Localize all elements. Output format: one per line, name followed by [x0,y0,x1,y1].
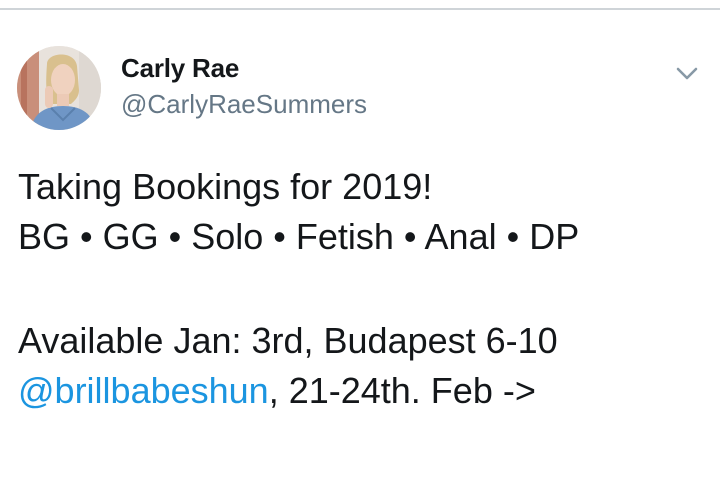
top-divider [0,0,720,10]
tweet-text-line: Taking Bookings for 2019! [18,166,433,207]
paragraph-break [18,262,708,316]
chevron-down-icon [676,67,698,80]
tweet-text-line: BG • GG • Solo • Fetish • Anal • DP [18,216,580,257]
tweet-text-line: Available Jan: 3rd, Budapest 6-10 [18,320,558,361]
tweet-author[interactable]: Carly Rae @CarlyRaeSummers [121,52,367,120]
tweet-text-fragment: , 21-24th. Feb -> [268,370,536,411]
tweet-text-line: @brillbabeshun, 21-24th. Feb -> [18,366,708,416]
tweet-menu-button[interactable] [672,58,702,88]
tweet-card[interactable]: Carly Rae @CarlyRaeSummers Taking Bookin… [0,10,720,480]
mention-link[interactable]: @brillbabeshun [18,370,269,411]
display-name[interactable]: Carly Rae [121,52,367,84]
user-handle[interactable]: @CarlyRaeSummers [121,88,367,120]
avatar[interactable] [17,46,101,130]
profile-photo-icon [17,46,101,130]
tweet-text: Taking Bookings for 2019! BG • GG • Solo… [18,162,708,416]
